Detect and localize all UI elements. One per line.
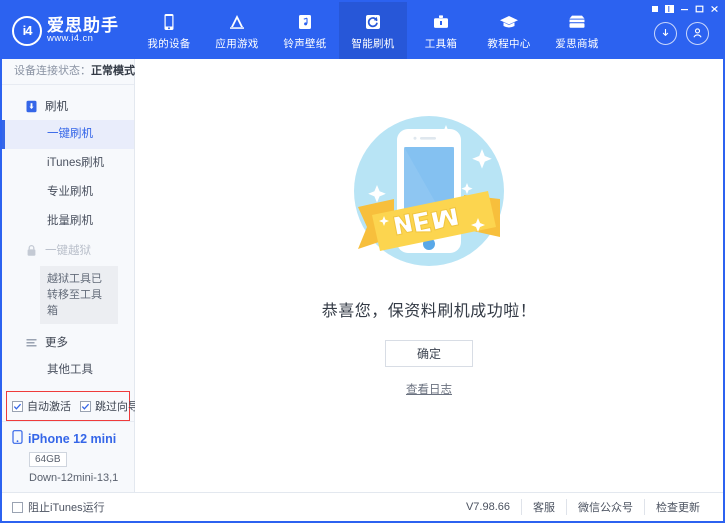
sidebar-group-label: 更多: [45, 334, 68, 350]
account-button[interactable]: [686, 22, 709, 45]
sidebar-group-label: 一键越狱: [45, 242, 91, 258]
checkbox-label: 阻止iTunes运行: [28, 499, 105, 515]
brand-name: 爱思助手: [47, 17, 119, 35]
nav-label: 我的设备: [147, 36, 190, 51]
connection-status: 设备连接状态：正常模式: [2, 59, 134, 85]
check-icon: [13, 402, 22, 411]
device-identifier: Down-12mini-13,1: [29, 472, 134, 484]
nav-item-tutorials[interactable]: 教程中心: [475, 2, 543, 59]
graduation-icon: [498, 11, 520, 33]
nav-item-store[interactable]: 爱思商城: [543, 2, 611, 59]
sidebar-item-itunes-flash[interactable]: iTunes刷机: [2, 149, 134, 178]
main-nav: 我的设备 应用游戏 铃声壁纸 智能刷机: [135, 2, 650, 59]
nav-item-apps-games[interactable]: 应用游戏: [203, 2, 271, 59]
user-icon: [691, 26, 704, 42]
download-button[interactable]: [654, 22, 677, 45]
sidebar-item-label: iTunes刷机: [47, 157, 104, 169]
check-icon: [81, 402, 90, 411]
check-update-link[interactable]: 检查更新: [644, 499, 711, 515]
nav-label: 铃声壁纸: [283, 36, 326, 51]
close-icon[interactable]: [708, 2, 721, 15]
connection-status-value: 正常模式: [91, 65, 135, 77]
wechat-link[interactable]: 微信公众号: [566, 499, 644, 515]
checkbox-box: [12, 401, 23, 412]
skip-wizard-checkbox[interactable]: 跳过向导: [80, 398, 139, 414]
i4-logo-icon: i4: [12, 16, 42, 46]
app-body: 设备连接状态：正常模式 刷机 一键刷机 iTunes刷机 专业刷机: [2, 59, 723, 492]
nav-label: 爱思商城: [555, 36, 598, 51]
device-name-row: iPhone 12 mini: [12, 430, 134, 447]
sidebar-group-label: 刷机: [45, 98, 68, 114]
nav-label: 智能刷机: [351, 36, 394, 51]
checkbox-box: [12, 502, 23, 513]
support-link[interactable]: 客服: [521, 499, 566, 515]
version-label: V7.98.66: [466, 501, 510, 513]
status-bar-right: V7.98.66 客服 微信公众号 检查更新: [466, 499, 711, 515]
flash-icon: [24, 99, 38, 113]
sidebar-group-more[interactable]: 更多: [2, 328, 134, 356]
sidebar-item-pro-flash[interactable]: 专业刷机: [2, 178, 134, 207]
sidebar: 设备连接状态：正常模式 刷机 一键刷机 iTunes刷机 专业刷机: [2, 59, 135, 492]
list-icon: [24, 335, 38, 349]
nav-item-smart-flash[interactable]: 智能刷机: [339, 2, 407, 59]
connection-status-label: 设备连接状态：: [14, 65, 91, 77]
sidebar-item-batch-flash[interactable]: 批量刷机: [2, 207, 134, 236]
view-log-link[interactable]: 查看日志: [406, 381, 452, 397]
account-area: [650, 8, 723, 59]
device-name: iPhone 12 mini: [28, 432, 116, 446]
skin-icon[interactable]: [648, 2, 661, 15]
nav-label: 工具箱: [425, 36, 457, 51]
sidebar-tree: 刷机 一键刷机 iTunes刷机 专业刷机 批量刷机: [2, 85, 134, 391]
app-window: i4 爱思助手 www.i4.cn 我的设备 应用游戏: [0, 0, 725, 523]
phone-icon: [158, 11, 180, 33]
minimize-icon[interactable]: [678, 2, 691, 15]
success-message: 恭喜您，保资料刷机成功啦！: [322, 297, 537, 321]
refresh-icon: [362, 11, 384, 33]
window-controls: [648, 2, 721, 15]
maximize-icon[interactable]: [693, 2, 706, 15]
sidebar-group-flash[interactable]: 刷机: [2, 92, 134, 120]
nav-label: 应用游戏: [215, 36, 258, 51]
nav-label: 教程中心: [487, 36, 530, 51]
sidebar-group-jailbreak: 一键越狱: [2, 236, 134, 264]
checkbox-box: [80, 401, 91, 412]
confirm-button[interactable]: 确定: [385, 340, 473, 367]
sidebar-item-label: 其他工具: [47, 364, 93, 376]
block-itunes-checkbox[interactable]: 阻止iTunes运行: [12, 499, 105, 515]
status-bar: 阻止iTunes运行 V7.98.66 客服 微信公众号 检查更新: [2, 492, 723, 521]
brand-url: www.i4.cn: [47, 34, 119, 44]
toolbox-icon: [430, 11, 452, 33]
title-bar: i4 爱思助手 www.i4.cn 我的设备 应用游戏: [2, 2, 723, 59]
auto-activate-checkbox[interactable]: 自动激活: [12, 398, 71, 414]
nav-item-toolbox[interactable]: 工具箱: [407, 2, 475, 59]
lock-icon: [24, 243, 38, 257]
sidebar-item-label: 一键刷机: [47, 128, 93, 140]
brand-logo: i4 爱思助手 www.i4.cn: [2, 2, 135, 59]
music-icon: [294, 11, 316, 33]
jailbreak-tooltip: 越狱工具已转移至工具箱: [40, 266, 118, 324]
appstore-icon: [226, 11, 248, 33]
menu-icon[interactable]: [663, 2, 676, 15]
sidebar-item-label: 专业刷机: [47, 186, 93, 198]
download-icon: [659, 26, 672, 42]
checkbox-label: 跳过向导: [95, 398, 139, 414]
new-badge-phone-illustration: [336, 103, 522, 283]
sidebar-item-download-firmware[interactable]: 下载固件: [2, 385, 134, 391]
main-content: 恭喜您，保资料刷机成功啦！ 确定 查看日志: [135, 59, 723, 492]
sidebar-item-label: 批量刷机: [47, 215, 93, 227]
shop-icon: [566, 11, 588, 33]
flash-options-highlight: 自动激活 跳过向导: [6, 391, 130, 421]
device-phone-icon: [12, 430, 23, 447]
nav-item-ringtones-wallpaper[interactable]: 铃声壁纸: [271, 2, 339, 59]
checkbox-label: 自动激活: [27, 398, 71, 414]
sidebar-item-one-key-flash[interactable]: 一键刷机: [2, 120, 134, 149]
nav-item-my-device[interactable]: 我的设备: [135, 2, 203, 59]
device-capacity-badge: 64GB: [29, 452, 67, 467]
sidebar-item-other-tools[interactable]: 其他工具: [2, 356, 134, 385]
connected-device[interactable]: iPhone 12 mini 64GB Down-12mini-13,1: [2, 421, 134, 492]
brand-text: 爱思助手 www.i4.cn: [47, 17, 119, 45]
